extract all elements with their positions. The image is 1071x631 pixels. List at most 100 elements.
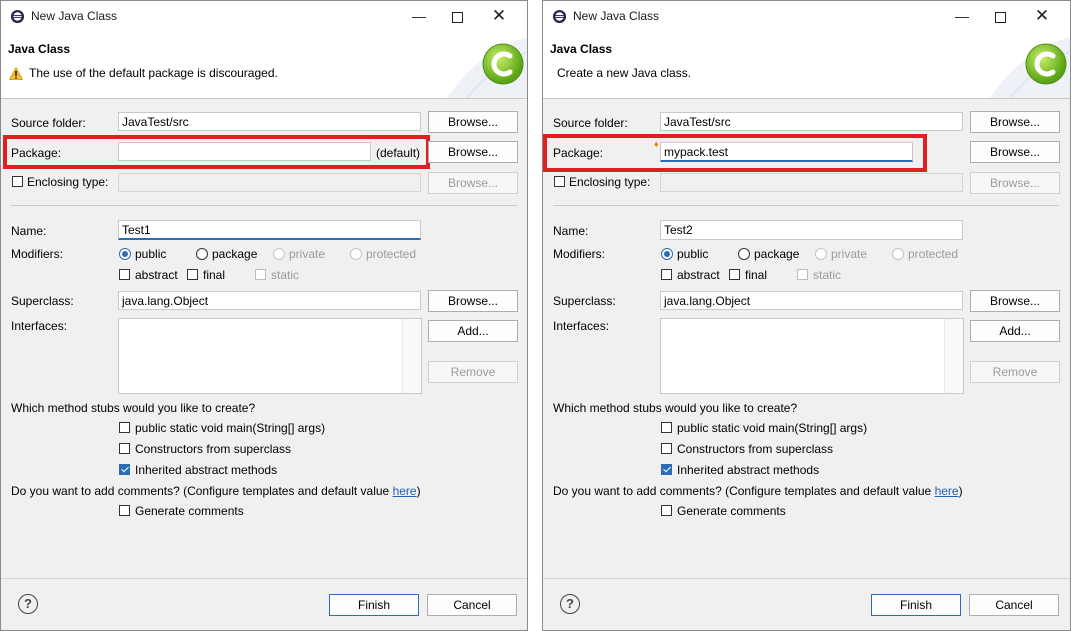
help-icon[interactable]: ? (560, 594, 580, 614)
interfaces-scrollbar[interactable] (402, 319, 421, 393)
interfaces-label: Interfaces: (553, 319, 610, 333)
final-checkbox[interactable] (187, 269, 198, 280)
main-stub-label: public static void main(String[] args) (677, 421, 868, 435)
eclipse-icon (552, 9, 567, 24)
inherited-methods-checkbox[interactable] (119, 464, 130, 475)
private-label: private (831, 247, 868, 261)
banner-message: The use of the default package is discou… (29, 66, 278, 80)
generate-comments-label: Generate comments (135, 504, 244, 518)
final-checkbox[interactable] (729, 269, 740, 280)
superclass-label: Superclass: (11, 294, 74, 308)
title-bar: New Java Class — ✕ (1, 1, 527, 32)
package-radio-label: package (754, 247, 800, 261)
superclass-browse-button[interactable]: Browse... (428, 290, 518, 312)
enclosing-type-label: Enclosing type: (27, 175, 109, 189)
separator (553, 205, 1059, 206)
stubs-question: Which method stubs would you like to cre… (11, 401, 256, 415)
generate-comments-checkbox[interactable] (119, 505, 130, 516)
enclosing-type-checkbox[interactable] (554, 176, 565, 187)
abstract-checkbox[interactable] (661, 269, 672, 280)
package-radio[interactable] (738, 248, 750, 260)
cancel-button[interactable]: Cancel (427, 594, 517, 616)
public-label: public (135, 247, 167, 261)
interfaces-list[interactable] (660, 318, 964, 394)
enclosing-browse-button[interactable]: Browse... (428, 172, 518, 194)
source-folder-browse-button[interactable]: Browse... (970, 111, 1060, 133)
superclass-browse-button[interactable]: Browse... (970, 290, 1060, 312)
add-interface-button[interactable]: Add... (970, 320, 1060, 342)
source-folder-label: Source folder: (553, 116, 628, 130)
public-radio[interactable] (661, 248, 673, 260)
stubs-question: Which method stubs would you like to cre… (553, 401, 798, 415)
finish-button[interactable]: Finish (329, 594, 419, 616)
maximize-button[interactable] (441, 5, 473, 27)
close-button[interactable]: ✕ (483, 5, 515, 27)
name-input[interactable]: Test2 (660, 220, 963, 240)
help-icon[interactable]: ? (18, 594, 38, 614)
source-folder-input[interactable]: JavaTest/src (660, 112, 963, 131)
cancel-button[interactable]: Cancel (969, 594, 1059, 616)
abstract-checkbox[interactable] (119, 269, 130, 280)
constructors-checkbox[interactable] (661, 443, 672, 454)
package-input[interactable]: mypack.test (660, 142, 913, 162)
final-label: final (203, 268, 226, 282)
generate-comments-checkbox[interactable] (661, 505, 672, 516)
public-radio[interactable] (119, 248, 131, 260)
source-folder-browse-button[interactable]: Browse... (428, 111, 518, 133)
window-title: New Java Class (31, 9, 118, 23)
remove-interface-button[interactable]: Remove (970, 361, 1060, 383)
finish-button[interactable]: Finish (871, 594, 961, 616)
package-browse-button[interactable]: Browse... (970, 141, 1060, 163)
static-checkbox (255, 269, 266, 280)
footer-separator (543, 578, 1070, 579)
banner-title: Java Class (8, 42, 71, 56)
maximize-button[interactable] (984, 5, 1016, 27)
enclosing-type-checkbox[interactable] (12, 176, 23, 187)
comments-question-text: Do you want to add comments? (Configure … (553, 484, 935, 498)
header-banner: Java Class Create a new Java class. (543, 32, 1070, 99)
java-class-c-icon (1025, 43, 1067, 85)
superclass-label: Superclass: (553, 294, 616, 308)
static-label: static (813, 268, 842, 282)
enclosing-type-label: Enclosing type: (569, 175, 651, 189)
source-folder-input[interactable]: JavaTest/src (118, 112, 421, 131)
main-stub-checkbox[interactable] (661, 422, 672, 433)
modifiers-label: Modifiers: (553, 247, 606, 261)
footer-separator (1, 578, 527, 579)
package-label: Package: (11, 146, 62, 160)
banner-message: Create a new Java class. (557, 66, 692, 80)
banner-title: Java Class (550, 42, 613, 56)
interfaces-list[interactable] (118, 318, 422, 394)
package-radio[interactable] (196, 248, 208, 260)
constructors-checkbox[interactable] (119, 443, 130, 454)
remove-interface-button[interactable]: Remove (428, 361, 518, 383)
name-input[interactable]: Test1 (118, 220, 421, 240)
package-browse-button[interactable]: Browse... (428, 141, 518, 163)
source-folder-label: Source folder: (11, 116, 86, 130)
package-radio-label: package (212, 247, 258, 261)
title-bar: New Java Class — ✕ (543, 1, 1070, 32)
comments-question: Do you want to add comments? (Configure … (553, 484, 963, 498)
comments-question: Do you want to add comments? (Configure … (11, 484, 421, 498)
enclosing-type-input (118, 173, 421, 192)
constructors-label: Constructors from superclass (135, 442, 292, 456)
superclass-input[interactable]: java.lang.Object (118, 291, 421, 310)
minimize-button[interactable]: — (403, 5, 435, 27)
package-input[interactable] (118, 142, 371, 161)
inherited-methods-checkbox[interactable] (661, 464, 672, 475)
interfaces-label: Interfaces: (11, 319, 68, 333)
enclosing-browse-button[interactable]: Browse... (970, 172, 1060, 194)
main-stub-checkbox[interactable] (119, 422, 130, 433)
package-label: Package: (553, 146, 604, 160)
minimize-button[interactable]: — (946, 5, 978, 27)
static-checkbox (797, 269, 808, 280)
package-default-label: (default) (376, 146, 421, 160)
superclass-input[interactable]: java.lang.Object (660, 291, 963, 310)
comments-question-text: Do you want to add comments? (Configure … (11, 484, 393, 498)
configure-templates-link[interactable]: here (935, 484, 959, 498)
add-interface-button[interactable]: Add... (428, 320, 518, 342)
public-label: public (677, 247, 709, 261)
interfaces-scrollbar[interactable] (944, 319, 963, 393)
close-button[interactable]: ✕ (1026, 5, 1058, 27)
configure-templates-link[interactable]: here (393, 484, 417, 498)
